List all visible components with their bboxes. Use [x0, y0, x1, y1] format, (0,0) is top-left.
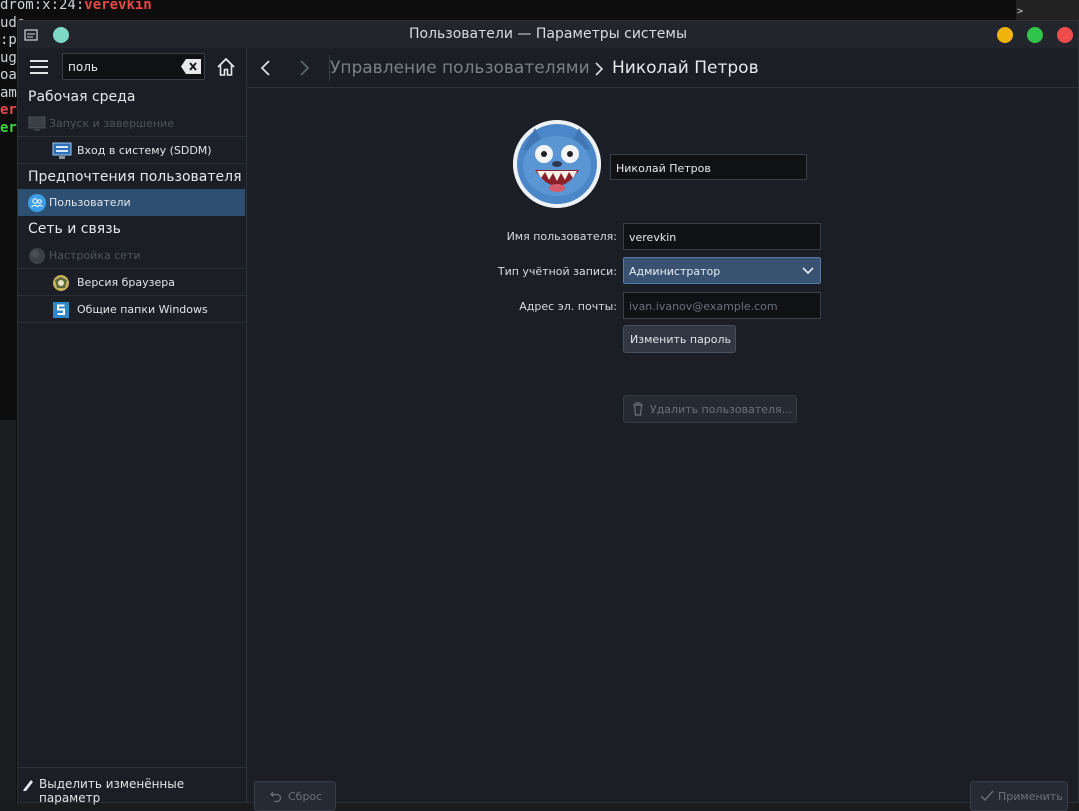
network-globe-icon — [28, 247, 46, 265]
change-password-label: Изменить пароль — [630, 333, 732, 346]
samba-share-icon — [52, 301, 70, 319]
account-type-value: Администратор — [629, 265, 721, 278]
username-input[interactable]: verevkin — [623, 223, 821, 250]
maximize-button[interactable] — [1027, 27, 1043, 43]
username-label: Имя пользователя: — [506, 230, 617, 243]
sidebar-item-label: Пользователи — [49, 196, 131, 209]
terminal-line: drom:x:24:verevkin — [0, 0, 152, 13]
reset-button[interactable]: Сброс — [254, 781, 336, 811]
login-screen-icon — [52, 142, 72, 160]
home-icon[interactable] — [216, 57, 236, 77]
close-button[interactable] — [1057, 27, 1073, 43]
sidebar-item-users[interactable]: Пользователи — [18, 189, 245, 216]
main-content: Управление пользователями Николай Петров — [247, 48, 1078, 811]
trash-icon — [632, 402, 644, 419]
section-workspace: Рабочая среда — [28, 89, 136, 105]
sidebar: поль Рабочая среда Запуск и завершение В… — [18, 48, 247, 805]
apply-button[interactable]: Применить — [970, 781, 1068, 811]
highlight-changed-label: Выделить изменённые параметр — [39, 777, 185, 805]
pencil-icon — [22, 777, 34, 791]
sidebar-item-label: Вход в систему (SDDM) — [77, 144, 212, 157]
apply-label: Применить — [998, 790, 1063, 803]
title-bar[interactable]: Пользователи — Параметры системы — [18, 21, 1078, 48]
users-icon — [28, 194, 46, 212]
hamburger-menu-icon[interactable] — [30, 60, 48, 74]
delete-user-label: Удалить пользователя... — [650, 403, 793, 416]
section-user-preferences: Предпочтения пользователя — [28, 169, 242, 185]
sidebar-item-label: Настройка сети — [49, 249, 141, 262]
sidebar-item-login-screen[interactable]: Вход в систему (SDDM) — [18, 137, 245, 164]
monitor-power-icon — [28, 115, 46, 133]
sidebar-item-windows-shares[interactable]: Общие папки Windows — [18, 296, 245, 323]
reset-label: Сброс — [288, 790, 323, 803]
forward-arrow-icon[interactable] — [297, 59, 311, 77]
back-arrow-icon[interactable] — [259, 59, 273, 77]
sidebar-item-label: Версия браузера — [77, 276, 175, 289]
account-type-label: Тип учётной записи: — [497, 265, 617, 278]
sidebar-item-network-settings[interactable]: Настройка сети — [18, 242, 245, 269]
email-input[interactable]: ivan.ivanov@example.com — [623, 292, 821, 319]
sidebar-item-label: Общие папки Windows — [77, 303, 208, 316]
desktop-strip — [0, 420, 16, 803]
system-settings-window: Пользователи — Параметры системы поль Ра… — [17, 20, 1079, 811]
full-name-input[interactable]: Николай Петров — [610, 154, 807, 180]
account-type-select[interactable]: Администратор — [623, 257, 821, 284]
browser-icon — [52, 274, 70, 292]
change-password-button[interactable]: Изменить пароль — [623, 325, 736, 353]
breadcrumb-parent[interactable]: Управление пользователями — [330, 58, 590, 78]
terminal-prompt: > — [1017, 6, 1024, 17]
highlight-changed-settings-button[interactable]: Выделить изменённые параметр — [18, 767, 245, 805]
sidebar-item-browser-version[interactable]: Версия браузера — [18, 269, 245, 296]
terminal-side-panel — [1016, 0, 1079, 20]
sidebar-item-label: Запуск и завершение — [49, 117, 175, 130]
user-avatar[interactable] — [513, 120, 601, 208]
avatar-cat-image — [513, 120, 601, 208]
window-title: Пользователи — Параметры системы — [408, 26, 688, 42]
search-input-value: поль — [68, 60, 98, 74]
section-network: Сеть и связь — [28, 221, 121, 237]
clear-search-icon[interactable] — [181, 59, 201, 74]
minimize-button[interactable] — [997, 27, 1013, 43]
breadcrumb-chevron-icon — [594, 61, 604, 76]
chevron-down-icon — [802, 266, 814, 276]
email-label: Адрес эл. почты: — [519, 300, 617, 313]
page-header: Управление пользователями Николай Петров — [247, 48, 1078, 88]
sidebar-item-startup-shutdown[interactable]: Запуск и завершение — [18, 110, 245, 137]
delete-user-button[interactable]: Удалить пользователя... — [623, 395, 797, 423]
breadcrumb-current: Николай Петров — [612, 58, 759, 78]
search-input[interactable]: поль — [62, 53, 205, 80]
